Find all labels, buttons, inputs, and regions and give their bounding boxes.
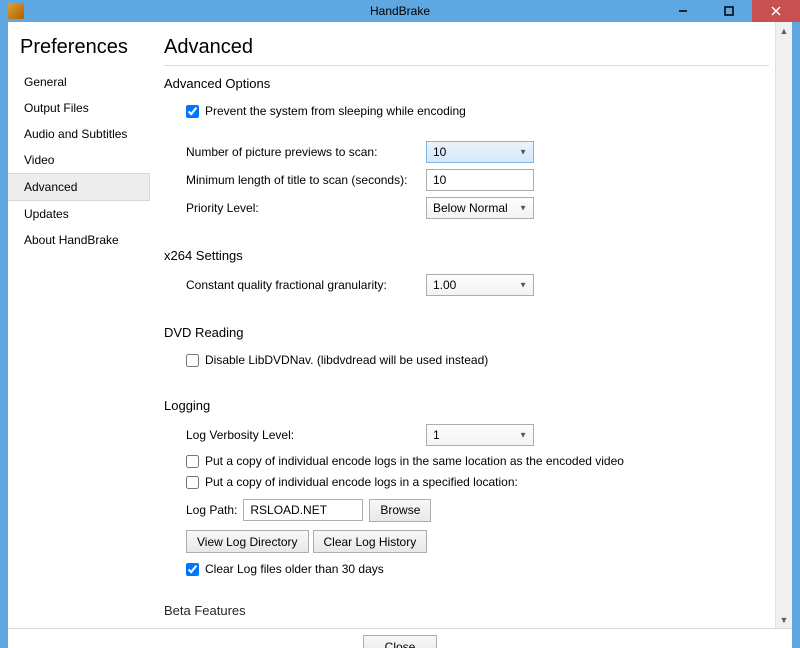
app-icon	[8, 3, 24, 19]
maximize-button[interactable]	[706, 0, 752, 22]
verbosity-label: Log Verbosity Level:	[186, 428, 426, 442]
heading-divider	[164, 65, 769, 66]
body: Preferences General Output Files Audio a…	[8, 22, 792, 628]
chevron-down-icon: ▼	[519, 204, 527, 213]
copy-logs-same-location-checkbox[interactable]	[186, 455, 199, 468]
copy-logs-specified-location-label: Put a copy of individual encode logs in …	[205, 475, 518, 489]
disable-libdvdnav-label: Disable LibDVDNav. (libdvdread will be u…	[205, 353, 488, 367]
sidebar-item-general[interactable]: General	[8, 69, 154, 95]
client-area: Preferences General Output Files Audio a…	[8, 22, 792, 648]
preferences-sidebar: Preferences General Output Files Audio a…	[8, 22, 154, 628]
sidebar-heading: Preferences	[20, 36, 154, 59]
priority-select[interactable]: Below Normal ▼	[426, 197, 534, 219]
section-beta: Beta Features	[164, 603, 769, 618]
copy-logs-specified-location-checkbox[interactable]	[186, 476, 199, 489]
granularity-select[interactable]: 1.00 ▼	[426, 274, 534, 296]
section-logging: Logging	[164, 398, 769, 413]
sidebar-item-about[interactable]: About HandBrake	[8, 227, 154, 253]
clear-old-logs-label: Clear Log files older than 30 days	[205, 562, 384, 576]
titlebar[interactable]: HandBrake	[0, 0, 800, 22]
log-path-label: Log Path:	[186, 503, 237, 517]
minimize-button[interactable]	[660, 0, 706, 22]
chevron-down-icon: ▼	[519, 148, 527, 157]
clear-old-logs-checkbox[interactable]	[186, 563, 199, 576]
scroll-down-icon[interactable]: ▼	[776, 611, 792, 628]
previews-label: Number of picture previews to scan:	[186, 145, 426, 159]
section-dvd: DVD Reading	[164, 325, 769, 340]
vertical-scrollbar[interactable]: ▲ ▼	[775, 22, 792, 628]
verbosity-select[interactable]: 1 ▼	[426, 424, 534, 446]
min-length-input[interactable]: 10	[426, 169, 534, 191]
app-window: HandBrake Preferences General Output Fil…	[0, 0, 800, 648]
clear-log-history-button[interactable]: Clear Log History	[313, 530, 428, 553]
close-window-button[interactable]	[752, 0, 800, 22]
chevron-down-icon: ▼	[519, 281, 527, 290]
priority-label: Priority Level:	[186, 201, 426, 215]
min-length-label: Minimum length of title to scan (seconds…	[186, 173, 426, 187]
sidebar-item-audio-subtitles[interactable]: Audio and Subtitles	[8, 121, 154, 147]
prevent-sleep-label: Prevent the system from sleeping while e…	[205, 104, 466, 118]
section-advanced-options: Advanced Options	[164, 76, 769, 91]
minimize-icon	[678, 6, 688, 16]
sidebar-item-video[interactable]: Video	[8, 147, 154, 173]
previews-select[interactable]: 10 ▼	[426, 141, 534, 163]
section-x264: x264 Settings	[164, 248, 769, 263]
dialog-footer: Close	[8, 628, 792, 648]
window-buttons	[660, 0, 800, 22]
view-log-directory-button[interactable]: View Log Directory	[186, 530, 309, 553]
sidebar-item-output-files[interactable]: Output Files	[8, 95, 154, 121]
main-panel: Advanced Advanced Options Prevent the sy…	[154, 22, 775, 628]
log-path-input[interactable]: RSLOAD.NET	[243, 499, 363, 521]
sidebar-item-advanced[interactable]: Advanced	[8, 173, 150, 201]
close-button[interactable]: Close	[363, 635, 437, 648]
page-heading: Advanced	[164, 36, 769, 59]
copy-logs-same-location-label: Put a copy of individual encode logs in …	[205, 454, 624, 468]
browse-button[interactable]: Browse	[369, 499, 431, 522]
granularity-label: Constant quality fractional granularity:	[186, 278, 426, 292]
chevron-down-icon: ▼	[519, 431, 527, 440]
close-icon	[771, 6, 781, 16]
prevent-sleep-checkbox[interactable]	[186, 105, 199, 118]
scroll-up-icon[interactable]: ▲	[776, 22, 792, 39]
window-title: HandBrake	[370, 4, 430, 18]
sidebar-item-updates[interactable]: Updates	[8, 201, 154, 227]
maximize-icon	[724, 6, 734, 16]
disable-libdvdnav-checkbox[interactable]	[186, 354, 199, 367]
